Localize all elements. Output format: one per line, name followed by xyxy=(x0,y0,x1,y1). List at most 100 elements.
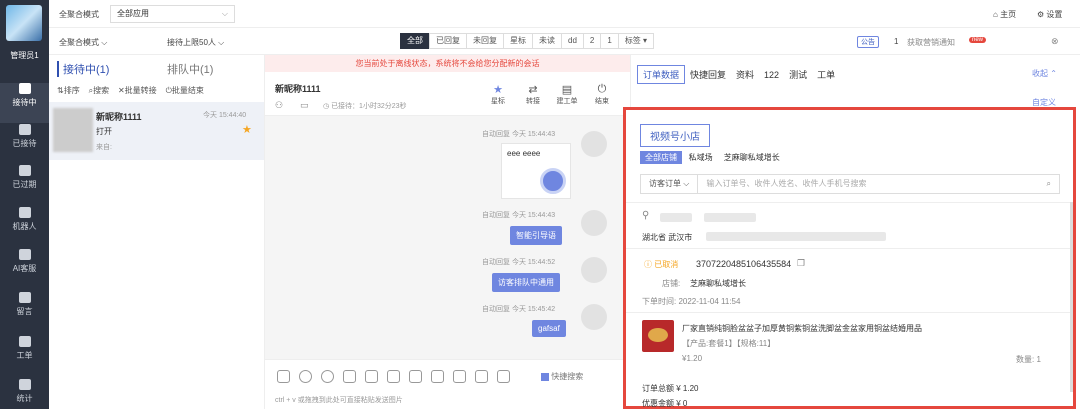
tab-orders[interactable]: 订单数据 xyxy=(637,65,686,84)
agent-avatar xyxy=(581,304,607,330)
voice-icon[interactable] xyxy=(365,370,378,383)
create-ticket-button[interactable]: ▤ 建工单 xyxy=(555,83,579,106)
settings-link[interactable]: ⚙ 设置 xyxy=(1037,9,1062,20)
transfer-button[interactable]: ⇄ 转接 xyxy=(523,83,543,106)
nav-item-stats[interactable]: 统计 xyxy=(0,379,49,419)
sort-button[interactable]: ⇅排序 xyxy=(57,86,80,95)
scissors-icon[interactable] xyxy=(343,370,356,383)
composer: 快捷搜索 ctrl + v 或拖拽到此处可直接粘贴发送图片 xyxy=(265,359,630,409)
shop-tab-all[interactable]: 全部店铺 xyxy=(640,151,682,164)
filter-dd[interactable]: dd xyxy=(561,33,584,49)
agent-avatar xyxy=(581,210,607,236)
nav-item-serving[interactable]: 接待中 xyxy=(0,83,49,123)
product-image xyxy=(642,320,674,352)
search-icon[interactable] xyxy=(387,370,400,383)
nav-item-ticket[interactable]: 工单 xyxy=(0,336,49,376)
share-icon[interactable] xyxy=(431,370,444,383)
folder-icon[interactable] xyxy=(409,370,422,383)
emoji-icon[interactable] xyxy=(321,370,334,383)
filter-replied[interactable]: 已回复 xyxy=(429,33,467,49)
product-name: 厂家直销纯铜脸盆盆子加厚黄铜紫铜盆洗脚盆金盆家用铜盆结婚用品 xyxy=(682,324,922,333)
app-select[interactable]: 全部应用 ⌵ xyxy=(110,5,235,23)
tab-quick-reply[interactable]: 快捷回复 xyxy=(685,68,731,81)
tab-serving[interactable]: 接待中(1) xyxy=(57,61,109,77)
shop-name: 芝麻聊私域增长 xyxy=(690,279,746,288)
nav-item-robot[interactable]: 机器人 xyxy=(0,207,49,247)
mail-icon[interactable] xyxy=(453,370,466,383)
divider xyxy=(626,248,1073,249)
last-message: 打开 xyxy=(96,127,112,136)
filter-unread[interactable]: 未读 xyxy=(532,33,562,49)
right-tabs: 订单数据 快捷回复 资料 122 测试 工单 xyxy=(637,65,840,84)
home-link[interactable]: ⌂ 主页 xyxy=(993,9,1016,20)
robot-icon xyxy=(18,207,31,218)
notice-text[interactable]: 获取营销通知 xyxy=(907,37,955,48)
shop-tab-private[interactable]: 私域场 xyxy=(689,153,713,162)
message-meta: 自动回复 今天 15:44:52 xyxy=(482,259,556,266)
gear-icon: ⚙ xyxy=(1037,10,1045,19)
batch-transfer-button[interactable]: ✕批量转接 xyxy=(118,86,157,95)
filter-2[interactable]: 2 xyxy=(582,33,602,49)
tab-122[interactable]: 122 xyxy=(759,70,784,80)
filter-tag[interactable]: 标签 ▾ xyxy=(617,33,655,49)
visitor-name: 新昵称1111 xyxy=(96,112,142,122)
mode-select[interactable]: 全聚合模式 ⌵ xyxy=(59,37,107,48)
search-icon[interactable]: ⌕ xyxy=(1047,175,1051,193)
tab-profile[interactable]: 资料 xyxy=(731,68,759,81)
filter-unreplied[interactable]: 未回复 xyxy=(466,33,504,49)
recipient-address xyxy=(706,232,886,241)
batch-end-button[interactable]: ⏻批量结束 xyxy=(166,86,204,95)
nav-item-ai[interactable]: AI客服 xyxy=(0,249,49,289)
message-meta: 自动回复 今天 15:44:43 xyxy=(482,212,556,219)
shop-title[interactable]: 视频号小店 xyxy=(640,124,710,147)
limit-select[interactable]: 接待上限50人 ⌵ xyxy=(167,37,224,48)
order-search: 访客订单 ⌵ 输入订单号、收件人姓名、收件人手机号搜索 ⌕ xyxy=(640,174,1060,194)
history-icon[interactable] xyxy=(299,370,312,383)
filter-all[interactable]: 全部 xyxy=(400,33,430,49)
order-total: 订单总额 ¥ 1.20 xyxy=(642,384,699,393)
scrollbar[interactable] xyxy=(1070,202,1073,392)
shop-tabs: 全部店铺 私域场 芝麻聊私域增长 xyxy=(640,151,780,164)
filter-group: 全部 已回复 未回复 星标 未读 dd 2 1 标签 ▾ xyxy=(400,33,655,49)
tab-ticket[interactable]: 工单 xyxy=(812,68,840,81)
star-button[interactable]: ★ 星标 xyxy=(488,83,508,106)
avatar[interactable] xyxy=(6,5,42,41)
filter-1[interactable]: 1 xyxy=(600,33,619,49)
home-icon: ⌂ xyxy=(993,10,998,19)
search-type-select[interactable]: 访客订单 ⌵ xyxy=(641,175,699,193)
filter-star[interactable]: 星标 xyxy=(503,33,533,49)
nav-item-served[interactable]: 已接待 xyxy=(0,124,49,164)
collapse-button[interactable]: 收起 ⌃ xyxy=(1032,68,1057,79)
ticket-icon xyxy=(18,336,31,347)
transfer-icon: ⇄ xyxy=(528,84,538,96)
ticket-icon: ▤ xyxy=(561,84,573,96)
star-icon: ★ xyxy=(493,84,503,96)
end-button[interactable]: ⏻ 结束 xyxy=(592,83,612,106)
message-meta: 自动回复 今天 15:44:43 xyxy=(482,131,556,138)
shop-tab-zhima[interactable]: 芝麻聊私域增长 xyxy=(724,153,780,162)
close-icon[interactable]: ⊗ xyxy=(1051,36,1059,47)
composer-toolbar xyxy=(277,370,519,383)
search-input[interactable]: 输入订单号、收件人姓名、收件人手机号搜索 xyxy=(701,179,867,188)
recipient-phone xyxy=(704,213,756,222)
file-icon[interactable] xyxy=(475,370,488,383)
nav-item-message[interactable]: 留言 xyxy=(0,292,49,332)
search-button[interactable]: ⌕搜索 xyxy=(89,86,109,95)
chat-visitor-name: 新昵称1111 xyxy=(275,84,321,94)
top-bar: 全聚合模式 全部应用 ⌵ ⌂ 主页 ⚙ 设置 xyxy=(49,0,1080,28)
star-icon[interactable]: ★ xyxy=(242,123,252,136)
list-item[interactable]: 新昵称1111 今天 15:44:40 打开 ★ 来自: xyxy=(49,102,264,160)
tab-test[interactable]: 测试 xyxy=(784,68,812,81)
copy-icon[interactable]: ❐ xyxy=(797,258,805,269)
message-card: eee eeee xyxy=(501,143,571,199)
quick-search-checkbox[interactable]: 快捷搜索 xyxy=(541,371,583,382)
nav-item-expired[interactable]: 已过期 xyxy=(0,165,49,205)
image-icon[interactable] xyxy=(277,370,290,383)
monitor-icon[interactable]: ▭ xyxy=(300,100,309,111)
user-icon[interactable]: ⚇ xyxy=(275,100,283,111)
order-discount: 优惠金额 ¥ 0 xyxy=(642,399,688,408)
tab-queue[interactable]: 排队中(1) xyxy=(167,61,213,77)
video-icon[interactable] xyxy=(497,370,510,383)
recipient-name xyxy=(660,213,692,222)
chat-header: 新昵称1111 ⚇ ▭ ◷ 已接待：1小时32分23秒 ★ 星标 ⇄ 转接 ▤ 建工单… xyxy=(265,72,630,116)
